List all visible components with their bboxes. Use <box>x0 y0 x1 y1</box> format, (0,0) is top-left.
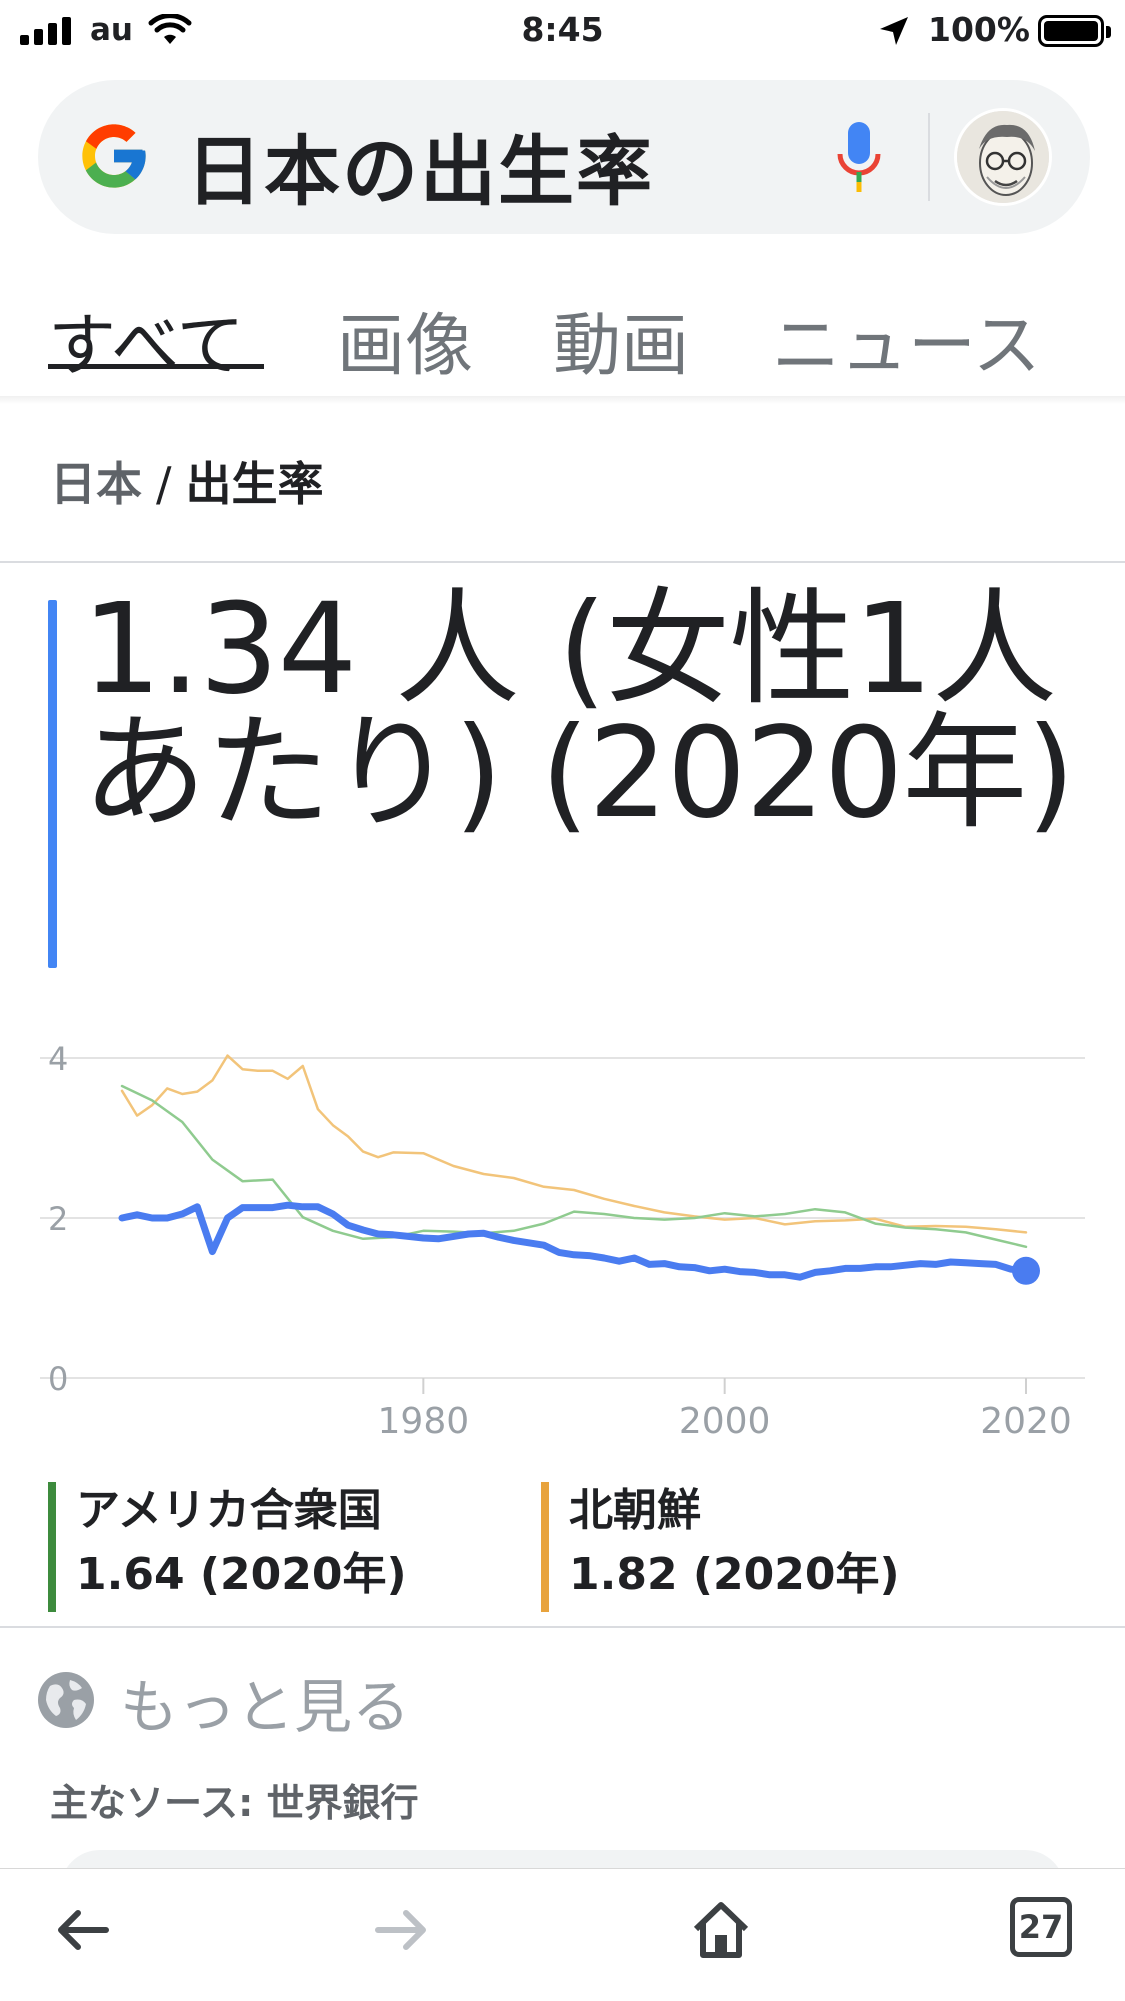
tab-news[interactable]: ニュース <box>772 290 1041 389</box>
tabs-icon[interactable]: 27 <box>1010 1897 1072 1957</box>
x-tick-label: 2020 <box>980 1401 1072 1442</box>
breadcrumb-current: 出生率 <box>185 457 324 511</box>
legend-color-bar-north-korea <box>541 1482 549 1612</box>
series-end-point <box>1012 1256 1040 1285</box>
y-tick-label: 4 <box>48 1040 68 1078</box>
battery-percent: 100% <box>928 10 1030 49</box>
legend-divider <box>0 1626 1125 1628</box>
card-divider <box>0 561 1125 563</box>
battery-icon <box>1038 15 1111 47</box>
breadcrumb-parent[interactable]: 日本 <box>50 457 142 511</box>
source-line: 主なソース: 世界銀行 <box>50 1781 419 1825</box>
microphone-icon[interactable] <box>836 120 882 196</box>
search-bar[interactable]: 日本の出生率 <box>38 80 1090 234</box>
legend-item-north-korea[interactable]: 北朝鮮 1.82 (2020年) <box>541 1480 900 1612</box>
tab-images[interactable]: 画像 <box>337 290 473 389</box>
chart-svg: 4 2 0 1980 2000 2020 <box>40 1040 1085 1442</box>
active-tab-underline <box>48 364 264 369</box>
avatar[interactable] <box>954 108 1052 206</box>
breadcrumb-separator: / <box>156 457 172 511</box>
google-g-icon <box>82 124 146 188</box>
answer-accent-bar <box>48 600 57 968</box>
breadcrumb: 日本 / 出生率 <box>50 448 324 514</box>
legend-item-usa[interactable]: アメリカ合衆国 1.64 (2020年) <box>48 1480 407 1612</box>
back-arrow-icon[interactable] <box>48 1895 118 1965</box>
more-label: もっと見る <box>120 1673 411 1741</box>
x-tick-label: 1980 <box>378 1401 470 1442</box>
x-tick-label: 2000 <box>679 1401 771 1442</box>
search-divider <box>928 113 930 201</box>
series-line-0 <box>118 1201 1030 1281</box>
fertility-chart[interactable]: 4 2 0 1980 2000 2020 <box>0 1030 1125 1450</box>
bottom-toolbar: 27 <box>0 1868 1125 2001</box>
legend-value: 1.82 (2020年) <box>569 1549 900 1600</box>
search-query[interactable]: 日本の出生率 <box>186 110 654 220</box>
location-arrow-icon <box>880 17 908 45</box>
search-tabs: すべて 画像 動画 ニュース <box>0 290 1125 400</box>
forward-arrow-icon[interactable] <box>366 1895 436 1965</box>
globe-icon <box>38 1672 94 1728</box>
legend-name: アメリカ合衆国 <box>76 1485 382 1536</box>
tabs-shadow <box>0 396 1125 404</box>
home-icon[interactable] <box>686 1895 756 1965</box>
legend-value: 1.64 (2020年) <box>76 1549 407 1600</box>
tab-all[interactable]: すべて <box>48 290 245 389</box>
status-bar: au 8:45 100% <box>0 0 1125 62</box>
answer-value: 1.34 人 (女性1人あたり) (2020年) <box>82 577 1075 846</box>
legend-name: 北朝鮮 <box>569 1485 701 1536</box>
legend-color-bar-usa <box>48 1482 56 1612</box>
y-tick-label: 0 <box>48 1360 68 1398</box>
y-tick-label: 2 <box>48 1200 68 1238</box>
tab-videos[interactable]: 動画 <box>553 290 689 389</box>
